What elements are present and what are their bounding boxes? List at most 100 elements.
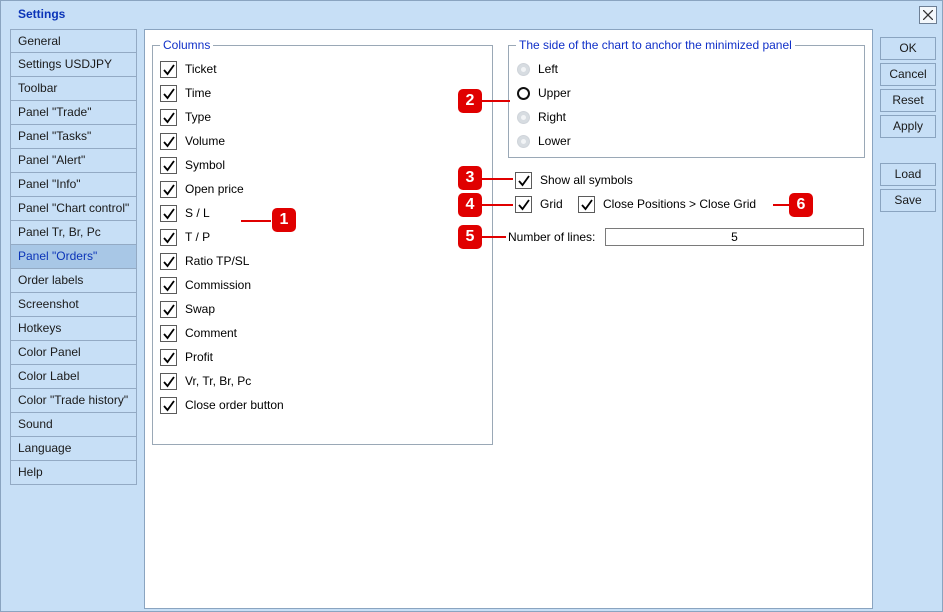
column-checkbox-label: Ratio TP/SL [185, 254, 250, 268]
column-checkbox[interactable]: Time [160, 83, 211, 103]
checkbox-box[interactable] [578, 195, 595, 213]
checkbox-box[interactable] [160, 276, 177, 294]
sidebar-item[interactable]: Settings USDJPY [10, 53, 137, 77]
radio-button[interactable] [517, 62, 530, 76]
checkbox-box[interactable] [160, 180, 177, 198]
column-checkbox[interactable]: Vr, Tr, Br, Pc [160, 371, 251, 391]
radio-button[interactable] [517, 134, 530, 148]
check-icon [163, 63, 175, 75]
sidebar-item[interactable]: Order labels [10, 269, 137, 293]
column-checkbox[interactable]: Swap [160, 299, 215, 319]
sidebar-item[interactable]: Panel Tr, Br, Pc [10, 221, 137, 245]
checkbox-box[interactable] [160, 372, 177, 390]
anchor-radio-label: Right [538, 110, 567, 124]
radio-button[interactable] [517, 110, 530, 124]
sidebar-item[interactable]: Panel "Orders" [10, 245, 137, 269]
sidebar-item[interactable]: Panel "Chart control" [10, 197, 137, 221]
column-checkbox-label: S / L [185, 206, 210, 220]
sidebar-item[interactable]: Sound [10, 413, 137, 437]
close-icon [923, 10, 933, 20]
column-checkbox[interactable]: Ticket [160, 59, 217, 79]
column-checkbox-label: Time [185, 86, 212, 100]
annotation-marker-6: 6 [789, 193, 813, 217]
sidebar-item[interactable]: Panel "Trade" [10, 101, 137, 125]
checkbox-box[interactable] [160, 108, 177, 126]
settings-sidebar: General Settings USDJPY Toolbar Panel "Trad… [10, 29, 137, 485]
checkbox-box[interactable] [515, 195, 532, 213]
checkbox-box[interactable] [160, 396, 177, 414]
sidebar-item[interactable]: Toolbar [10, 77, 137, 101]
sidebar-item[interactable]: Color Label [10, 365, 137, 389]
column-checkbox[interactable]: Open price [160, 179, 244, 199]
column-checkbox-label: Symbol [185, 158, 226, 172]
sidebar-item[interactable]: Color "Trade history" [10, 389, 137, 413]
marker-4-line [482, 204, 513, 206]
columns-group-title: Columns [160, 38, 214, 52]
check-icon [163, 399, 175, 411]
cancel-button[interactable]: Cancel [880, 63, 936, 86]
apply-button[interactable]: Apply [880, 115, 936, 138]
anchor-radio[interactable]: Left [517, 59, 558, 79]
sidebar-item[interactable]: Help [10, 461, 137, 485]
column-checkbox[interactable]: Ratio TP/SL [160, 251, 249, 271]
column-checkbox[interactable]: T / P [160, 227, 210, 247]
number-of-lines-input[interactable]: 5 [605, 228, 864, 246]
radio-button[interactable] [517, 86, 530, 100]
column-checkbox[interactable]: Volume [160, 131, 225, 151]
settings-window: Settings General Settings USDJPY Toolbar Pa… [0, 0, 943, 612]
anchor-radio[interactable]: Right [517, 107, 566, 127]
anchor-radio[interactable]: Upper [517, 83, 571, 103]
column-checkbox-label: Ticket [185, 62, 217, 76]
annotation-marker-4: 4 [458, 193, 482, 217]
check-icon [163, 351, 175, 363]
checkbox-box[interactable] [160, 252, 177, 270]
check-icon [163, 255, 175, 267]
close-positions-close-grid-checkbox[interactable]: Close Positions > Close Grid [578, 194, 756, 214]
column-checkbox[interactable]: Commission [160, 275, 251, 295]
marker-3-line [482, 178, 513, 180]
sidebar-item[interactable]: Color Panel [10, 341, 137, 365]
sidebar-item[interactable]: Hotkeys [10, 317, 137, 341]
checkbox-box[interactable] [160, 228, 177, 246]
checkbox-box[interactable] [160, 60, 177, 78]
close-button[interactable] [919, 6, 937, 24]
show-all-symbols-checkbox[interactable]: Show all symbols [515, 170, 633, 190]
grid-label: Grid [540, 197, 563, 211]
show-all-symbols-label: Show all symbols [540, 173, 633, 187]
columns-group: Columns Ticket Time Type Volume Symbol Open p… [152, 38, 493, 445]
marker-2-line [482, 100, 510, 102]
checkbox-box[interactable] [160, 324, 177, 342]
checkbox-box[interactable] [160, 348, 177, 366]
close-positions-label: Close Positions > Close Grid [603, 197, 757, 211]
column-checkbox-label: T / P [185, 230, 211, 244]
save-button[interactable]: Save [880, 189, 936, 212]
anchor-radio-label: Lower [538, 134, 571, 148]
sidebar-item[interactable]: Panel "Tasks" [10, 125, 137, 149]
anchor-side-group-title: The side of the chart to anchor the mini… [516, 38, 795, 52]
check-icon [163, 231, 175, 243]
column-checkbox[interactable]: Comment [160, 323, 237, 343]
column-checkbox[interactable]: S / L [160, 203, 210, 223]
column-checkbox[interactable]: Type [160, 107, 211, 127]
ok-button[interactable]: OK [880, 37, 936, 60]
sidebar-item[interactable]: Screenshot [10, 293, 137, 317]
column-checkbox-label: Vr, Tr, Br, Pc [185, 374, 252, 388]
column-checkbox[interactable]: Symbol [160, 155, 225, 175]
reset-button[interactable]: Reset [880, 89, 936, 112]
column-checkbox[interactable]: Profit [160, 347, 213, 367]
checkbox-box[interactable] [160, 204, 177, 222]
sidebar-item[interactable]: General [10, 29, 137, 53]
anchor-radio[interactable]: Lower [517, 131, 571, 151]
checkbox-box[interactable] [160, 132, 177, 150]
checkbox-box[interactable] [160, 84, 177, 102]
grid-checkbox[interactable]: Grid [515, 194, 563, 214]
sidebar-item[interactable]: Panel "Info" [10, 173, 137, 197]
load-button[interactable]: Load [880, 163, 936, 186]
sidebar-item[interactable]: Language [10, 437, 137, 461]
sidebar-item[interactable]: Panel "Alert" [10, 149, 137, 173]
checkbox-box[interactable] [515, 171, 532, 189]
column-checkbox[interactable]: Close order button [160, 395, 284, 415]
checkbox-box[interactable] [160, 156, 177, 174]
checkbox-box[interactable] [160, 300, 177, 318]
marker-1-line [241, 220, 271, 222]
